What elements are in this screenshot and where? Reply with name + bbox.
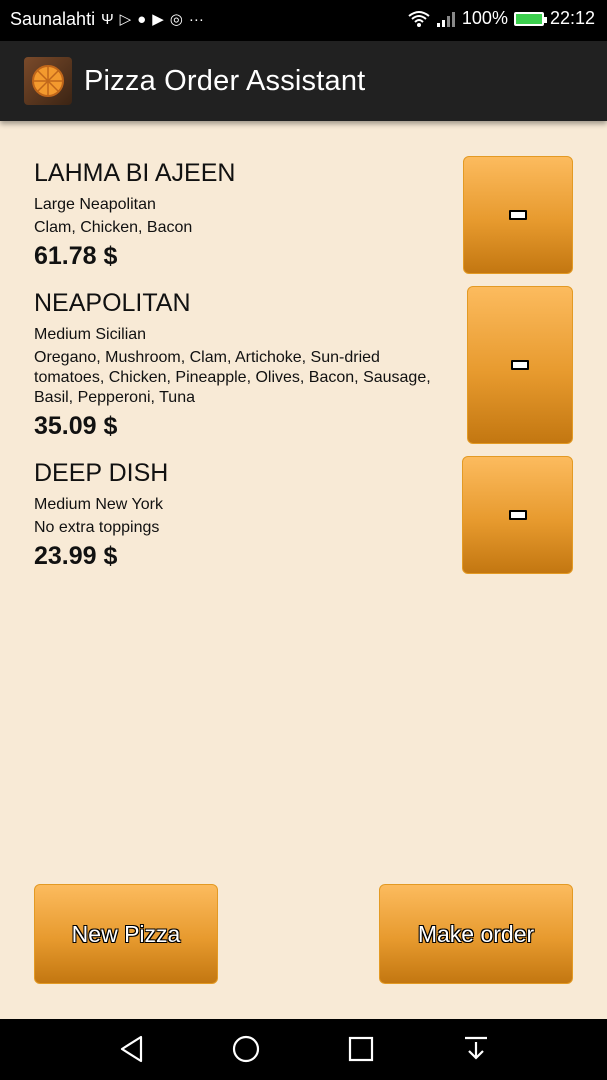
pizza-price: 61.78 $ xyxy=(34,242,118,270)
pizza-icon xyxy=(32,65,64,97)
pizza-size-crust: Medium Sicilian xyxy=(34,326,147,343)
pizza-app-icon xyxy=(24,57,72,105)
recent-apps-icon[interactable] xyxy=(346,1034,376,1064)
minus-icon xyxy=(511,360,529,370)
remove-pizza-button[interactable] xyxy=(467,286,573,444)
whatsapp-icon: ◎ xyxy=(169,11,183,28)
new-pizza-button[interactable]: New Pizza xyxy=(34,884,218,984)
app-title: Pizza Order Assistant xyxy=(84,64,366,97)
play-store-icon: ▷ xyxy=(119,11,132,28)
pizza-price: 23.99 $ xyxy=(34,542,118,570)
pizza-size-crust: Large Neapolitan xyxy=(34,196,156,213)
notification-pulldown-icon[interactable] xyxy=(461,1034,491,1064)
back-icon[interactable] xyxy=(117,1034,147,1064)
usb-icon: Ψ xyxy=(101,11,114,28)
make-order-button[interactable]: Make order xyxy=(379,884,573,984)
pizza-name: DEEP DISH xyxy=(34,459,169,487)
youtube-icon: ▶ xyxy=(152,11,164,28)
signal-icon xyxy=(436,11,455,27)
navigation-bar xyxy=(0,1019,607,1080)
app-bar: Pizza Order Assistant xyxy=(0,41,607,121)
pizza-toppings: Clam, Chicken, Bacon xyxy=(34,219,193,236)
wifi-icon xyxy=(408,10,430,27)
pizza-size-crust: Medium New York xyxy=(34,496,163,513)
remove-pizza-button[interactable] xyxy=(463,156,573,274)
clock: 22:12 xyxy=(549,8,595,28)
chat-icon: ● xyxy=(137,11,147,28)
minus-icon xyxy=(509,210,527,220)
status-left: Saunalahti Ψ ▷ ● ▶ ◎ ··· xyxy=(10,9,204,30)
pizza-name: LAHMA BI AJEEN xyxy=(34,159,236,187)
more-notifications-icon: ··· xyxy=(188,11,204,28)
pizza-toppings: No extra toppings xyxy=(34,519,160,536)
pizza-name: NEAPOLITAN xyxy=(34,289,191,317)
pizza-toppings: Oregano, Mushroom, Clam, Artichoke, Sun-… xyxy=(34,349,431,406)
battery-icon xyxy=(513,11,547,26)
status-right: 100% 22:12 xyxy=(408,8,595,29)
status-bar: Saunalahti Ψ ▷ ● ▶ ◎ ··· 100% 22:12 xyxy=(0,0,607,41)
remove-pizza-button[interactable] xyxy=(462,456,573,574)
minus-icon xyxy=(508,510,527,520)
home-icon[interactable] xyxy=(231,1034,261,1064)
carrier-name: Saunalahti xyxy=(10,9,96,29)
battery-percent: 100% xyxy=(461,8,508,28)
pizza-price: 35.09 $ xyxy=(34,412,118,440)
